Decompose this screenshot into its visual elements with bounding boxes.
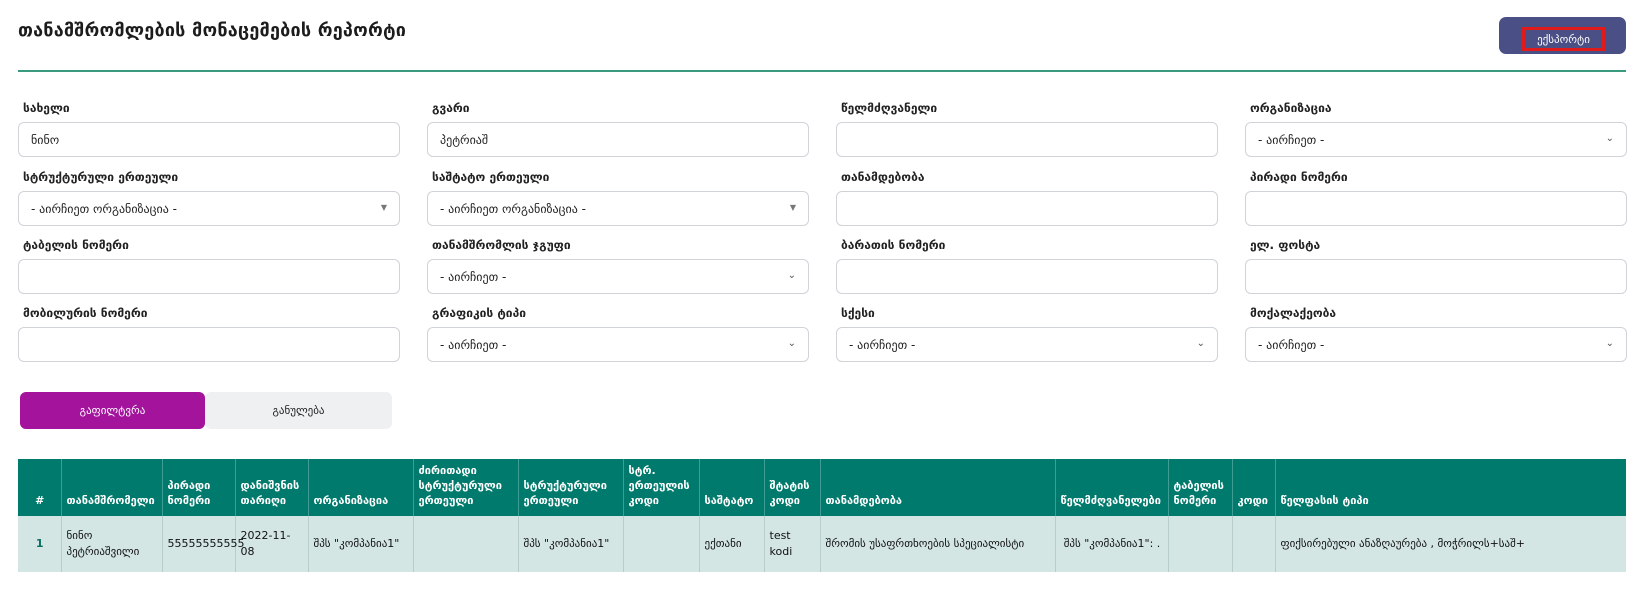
filter-input[interactable]	[836, 259, 1218, 294]
filter-label: სქესი	[841, 306, 875, 320]
filter-input[interactable]	[18, 259, 400, 294]
table-header-cell[interactable]: სტრუქტურული ერთეული	[518, 459, 624, 516]
table-header-cell[interactable]: ძირითადი სტრუქტურული ერთეული	[413, 459, 519, 516]
report-table: # თანამშრომელი პირადი ნომერი დანიშვნის თარი…	[18, 459, 1626, 572]
table-cell: 1	[18, 516, 62, 572]
filter-value: - აირჩიეთ -	[440, 337, 507, 352]
filter-input[interactable]	[1245, 191, 1627, 226]
table-header-cell[interactable]: დანიშვნის თარიღი	[235, 459, 309, 516]
filter-label: საშტატო ერთეული	[432, 170, 550, 184]
filter-label: ბარათის ნომერი	[841, 238, 946, 252]
filter-label: პირადი ნომერი	[1250, 170, 1348, 184]
triangle-down-icon: ▼	[789, 203, 796, 212]
chevron-down-icon: ⌄	[787, 270, 796, 281]
filter-button[interactable]: გაფილტვრა	[20, 392, 205, 429]
reset-button[interactable]: განულება	[205, 392, 392, 429]
chevron-down-icon: ⌄	[1196, 338, 1205, 349]
table-cell: შპს "კომპანია1"	[518, 516, 624, 572]
filter-label: მობილურის ნომერი	[23, 306, 148, 320]
table-cell: ფიქსირებული ანაზღაურება , მოჭრილს+საშ+	[1275, 516, 1626, 572]
chevron-down-icon: ⌄	[1605, 338, 1614, 349]
filter-label: მოქალაქეობა	[1250, 306, 1337, 320]
filter-input[interactable]	[836, 191, 1218, 226]
table-header-cell[interactable]: კოდი	[1232, 459, 1276, 516]
filter-value: პეტრიაშ	[440, 132, 489, 147]
table-header-cell[interactable]: საშტატო	[699, 459, 765, 516]
filter-input[interactable]	[18, 327, 400, 362]
table-cell	[1232, 516, 1276, 572]
filter-input[interactable]: ნინო	[18, 122, 400, 157]
table-header-cell[interactable]: თანამშრომელი	[61, 459, 163, 516]
filter-select[interactable]: - აირჩიეთ - ⌄	[427, 327, 809, 362]
report-table-container[interactable]: # თანამშრომელი პირადი ნომერი დანიშვნის თარი…	[18, 459, 1626, 572]
filter-select[interactable]: - აირჩიეთ - ⌄	[836, 327, 1218, 362]
table-cell: შპს "კომპანია1": .	[1055, 516, 1169, 572]
table-header-cell[interactable]: პირადი ნომერი	[162, 459, 236, 516]
table-cell: შპს "კომპანია1"	[308, 516, 414, 572]
filter-value: - აირჩიეთ -	[440, 269, 507, 284]
table-cell: 2022-11-08	[235, 516, 309, 572]
filter-input[interactable]: პეტრიაშ	[427, 122, 809, 157]
filter-value: - აირჩიეთ -	[1258, 337, 1325, 352]
table-cell	[1168, 516, 1233, 572]
filter-label: გრაფიკის ტიპი	[432, 306, 526, 320]
filter-select[interactable]: - აირჩიეთ - ⌄	[1245, 327, 1627, 362]
filter-input[interactable]	[836, 122, 1218, 157]
table-header-cell[interactable]: შტატის კოდი	[764, 459, 821, 516]
table-cell: ნინო პეტრიაშვილი	[61, 516, 163, 572]
filter-label: სახელი	[23, 101, 70, 115]
table-header-cell[interactable]: წელმძღვანელები	[1055, 459, 1169, 516]
filter-value: ნინო	[31, 132, 60, 147]
filter-select[interactable]: - აირჩიეთ ორგანიზაცია - ▼	[18, 191, 400, 226]
table-header-row: # თანამშრომელი პირადი ნომერი დანიშვნის თარი…	[18, 459, 1626, 516]
table-cell: test kodi	[764, 516, 821, 572]
table-cell	[413, 516, 519, 572]
filter-label: ორგანიზაცია	[1250, 101, 1332, 115]
chevron-down-icon: ⌄	[787, 338, 796, 349]
filter-label: ტაბელის ნომერი	[23, 238, 129, 252]
table-cell: შრომის უსაფრთხოების სპეციალისტი	[820, 516, 1056, 572]
filter-value: - აირჩიეთ ორგანიზაცია -	[440, 201, 586, 216]
table-header-cell[interactable]: თანამდებობა	[820, 459, 1056, 516]
filter-input[interactable]	[1245, 259, 1627, 294]
table-cell: ექთანი	[699, 516, 765, 572]
table-header-cell[interactable]: #	[18, 459, 62, 516]
filter-select[interactable]: - აირჩიეთ - ⌄	[427, 259, 809, 294]
triangle-down-icon: ▼	[380, 203, 387, 212]
table-header-cell[interactable]: ტაბელის ნომერი	[1168, 459, 1233, 516]
table-row[interactable]: 1 ნინო პეტრიაშვილი 55555555555 2022-11-08 შპ…	[18, 516, 1626, 572]
table-header-cell[interactable]: წელფასის ტიპი	[1275, 459, 1626, 516]
filter-label: თანამშრომლის ჯგუფი	[432, 238, 571, 252]
filter-value: - აირჩიეთ -	[1258, 132, 1325, 147]
filter-label: ელ. ფოსტა	[1250, 238, 1321, 252]
filter-select[interactable]: - აირჩიეთ ორგანიზაცია - ▼	[427, 191, 809, 226]
table-header-cell[interactable]: სტრ. ერთეულის კოდი	[623, 459, 700, 516]
filter-label: გვარი	[432, 101, 470, 115]
page-title: თანამშრომლების მონაცემების რეპორტი	[18, 20, 407, 41]
table-cell: 55555555555	[162, 516, 244, 572]
filter-label: სტრუქტურული ერთეული	[23, 170, 179, 184]
table-cell	[623, 516, 700, 572]
table-header-cell[interactable]: ორგანიზაცია	[308, 459, 414, 516]
filter-label: თანამდებობა	[841, 170, 925, 184]
page-header: თანამშრომლების მონაცემების რეპორტი ექსპო…	[18, 14, 1626, 72]
filter-label: წელმძღვანელი	[841, 101, 938, 115]
chevron-down-icon: ⌄	[1605, 133, 1614, 144]
filter-value: - აირჩიეთ ორგანიზაცია -	[31, 201, 177, 216]
filter-select[interactable]: - აირჩიეთ - ⌄	[1245, 122, 1627, 157]
filter-value: - აირჩიეთ -	[849, 337, 916, 352]
export-button[interactable]: ექსპორტი	[1499, 17, 1626, 54]
export-button-label: ექსპორტი	[1522, 27, 1605, 51]
